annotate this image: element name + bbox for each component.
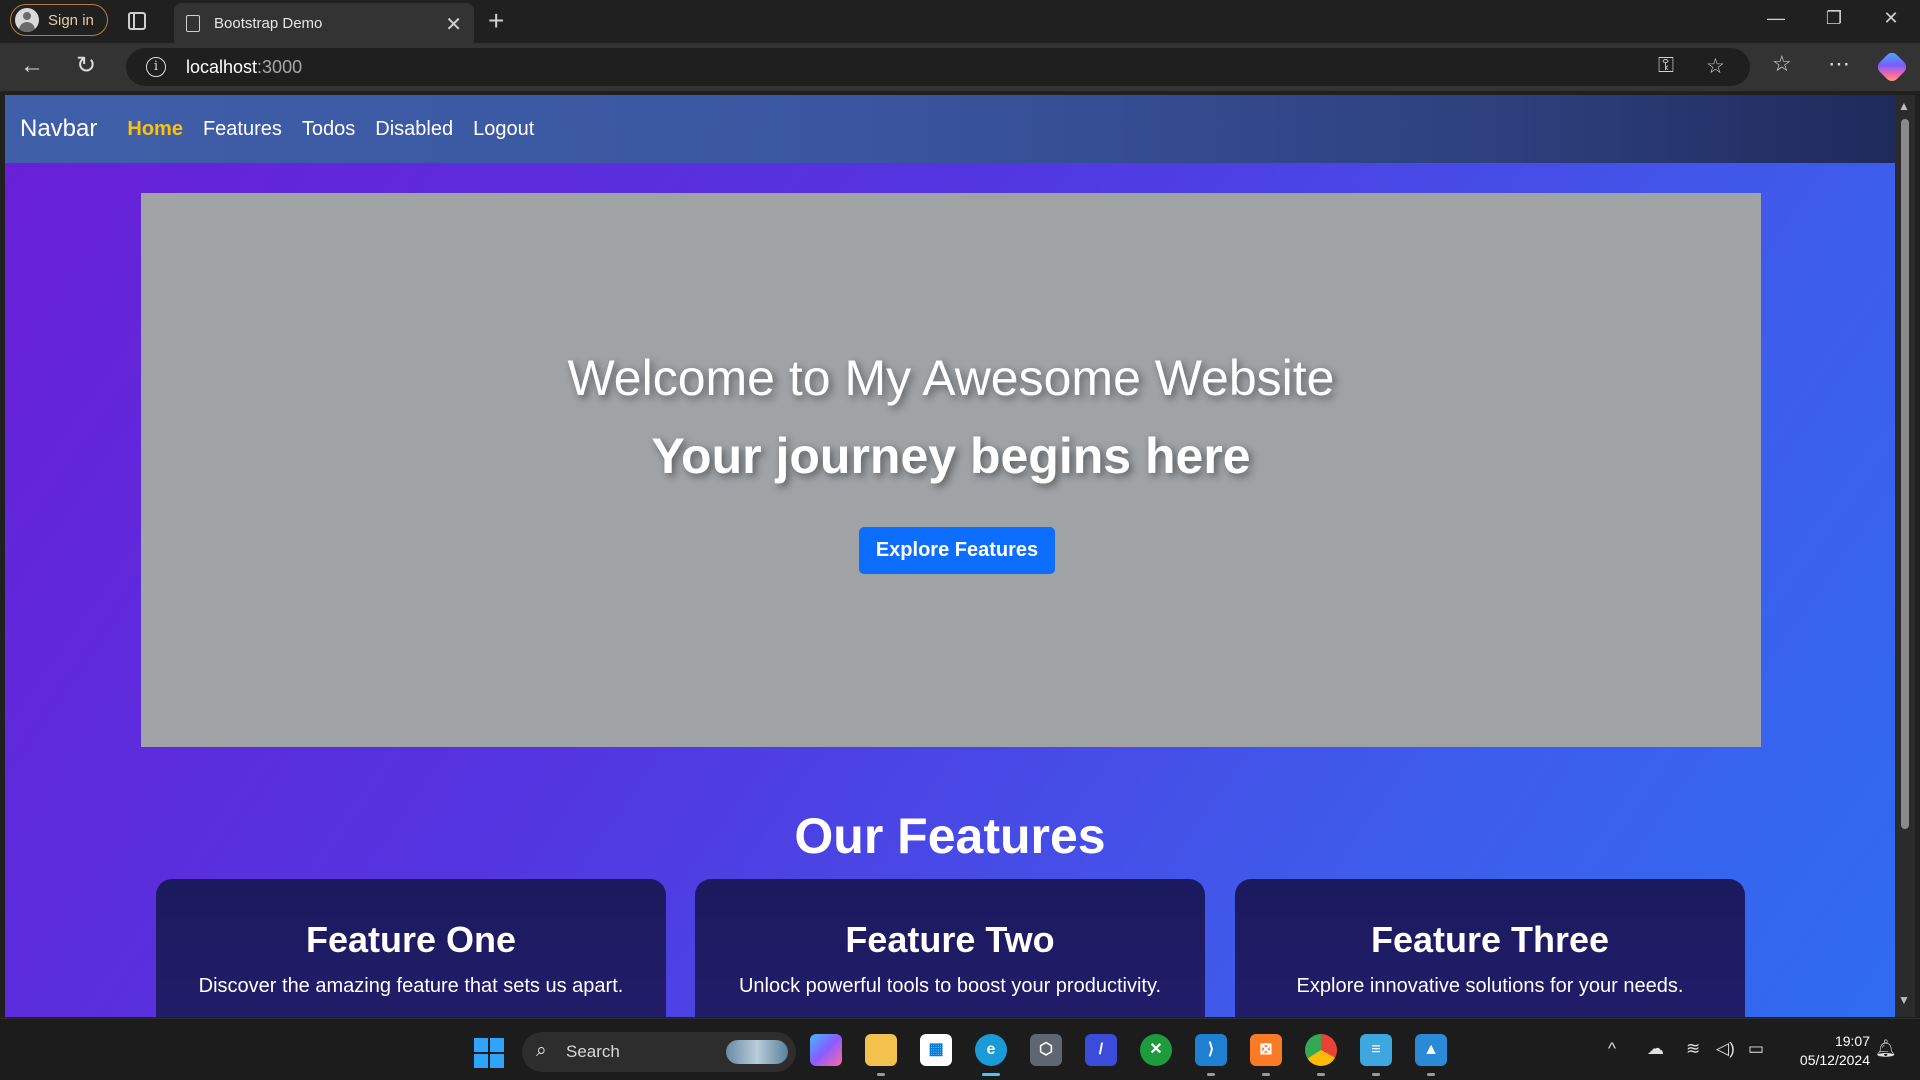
- feature-card-text: Explore innovative solutions for your ne…: [1296, 975, 1684, 997]
- back-icon[interactable]: ←: [20, 52, 44, 80]
- window-close-icon[interactable]: ✕: [1871, 8, 1911, 29]
- xampp-icon[interactable]: ⊠: [1250, 1034, 1282, 1066]
- running-indicator: [1262, 1073, 1270, 1076]
- notification-bell-icon[interactable]: 🔔︎: [1875, 1039, 1897, 1059]
- sign-in-label: Sign in: [48, 11, 94, 29]
- running-indicator: [1317, 1073, 1325, 1076]
- active-app-indicator: [982, 1073, 1000, 1076]
- clock-time: 19:07: [1834, 1033, 1870, 1049]
- battery-icon[interactable]: ▭: [1748, 1039, 1764, 1059]
- feature-card-title: Feature Two: [845, 919, 1055, 960]
- running-indicator: [877, 1073, 885, 1076]
- store-icon[interactable]: ▦: [920, 1034, 952, 1066]
- page-scrollbar[interactable]: ▲ ▼: [1895, 95, 1915, 1017]
- chrome-icon[interactable]: [1305, 1034, 1337, 1066]
- scroll-down-icon[interactable]: ▼: [1898, 993, 1910, 1007]
- wifi-icon[interactable]: ≋: [1686, 1039, 1700, 1059]
- restore-icon[interactable]: ❐: [1814, 8, 1854, 29]
- nav-link-todos[interactable]: Todos: [302, 118, 355, 141]
- xbox-icon[interactable]: ✕: [1140, 1034, 1172, 1066]
- sign-in-button[interactable]: Sign in: [10, 4, 108, 36]
- feature-card-title: Feature Three: [1370, 919, 1610, 960]
- new-tab-button[interactable]: +: [488, 5, 504, 37]
- features-heading: Our Features: [794, 808, 1106, 864]
- onedrive-icon[interactable]: ☁: [1647, 1039, 1664, 1059]
- file-explorer-icon[interactable]: [865, 1034, 897, 1066]
- pen-app-icon[interactable]: /: [1085, 1034, 1117, 1066]
- copilot-app-icon[interactable]: [810, 1034, 842, 1066]
- feature-card: Feature Two Unlock powerful tools to boo…: [695, 879, 1205, 1017]
- hero-title: Welcome to My Awesome Website: [567, 350, 1335, 406]
- running-indicator: [1207, 1073, 1215, 1076]
- clock-date: 05/12/2024: [1799, 1052, 1870, 1068]
- browser-tab-active[interactable]: Bootstrap Demo ✕: [174, 3, 474, 43]
- tab-title: Bootstrap Demo: [214, 14, 323, 32]
- tray-overflow-icon[interactable]: ^: [1608, 1039, 1616, 1059]
- nav-link-features[interactable]: Features: [203, 118, 282, 141]
- running-indicator: [1427, 1073, 1435, 1076]
- site-navbar: Navbar Home Features Todos Disabled Logo…: [5, 95, 1895, 163]
- minimize-icon[interactable]: —: [1756, 8, 1796, 29]
- copilot-icon[interactable]: [1875, 50, 1909, 84]
- scroll-up-icon[interactable]: ▲: [1898, 99, 1910, 113]
- page-viewport: Navbar Home Features Todos Disabled Logo…: [5, 95, 1895, 1017]
- tab-close-icon[interactable]: ✕: [445, 12, 462, 37]
- feature-card-title: Feature One: [305, 919, 517, 960]
- explore-features-button[interactable]: Explore Features: [859, 527, 1055, 574]
- favorite-star-icon[interactable]: ☆: [1706, 54, 1725, 79]
- feature-card: Feature Three Explore innovative solutio…: [1235, 879, 1745, 1017]
- photos-icon[interactable]: ▲: [1415, 1034, 1447, 1066]
- feature-card-text: Unlock powerful tools to boost your prod…: [738, 975, 1162, 997]
- url-text: localhost:3000: [186, 57, 302, 78]
- more-options-icon[interactable]: ⋯: [1828, 51, 1850, 77]
- nav-link-logout[interactable]: Logout: [473, 118, 534, 141]
- navbar-brand[interactable]: Navbar: [20, 115, 97, 143]
- taskbar-search-label: Search: [566, 1042, 620, 1061]
- page-icon: [186, 15, 200, 32]
- nav-link-home[interactable]: Home: [127, 118, 183, 141]
- search-icon: ⌕: [536, 1040, 547, 1061]
- url-port: :3000: [257, 57, 303, 77]
- url-host: localhost: [186, 57, 258, 77]
- running-indicator: [1372, 1073, 1380, 1076]
- volume-icon[interactable]: ◁): [1716, 1039, 1735, 1059]
- url-field[interactable]: i localhost:3000 ⚿ ☆: [126, 48, 1750, 86]
- vscode-icon[interactable]: ⟩: [1195, 1034, 1227, 1066]
- taskbar: ⌕ Search ▦ e ⬡ / ✕ ⟩ ⊠ ≡ ▲ ^ ☁ ≋ ◁) ▭ 19…: [0, 1018, 1920, 1080]
- nav-link-disabled[interactable]: Disabled: [375, 118, 453, 141]
- notepad-icon[interactable]: ≡: [1360, 1034, 1392, 1066]
- profile-avatar-icon: [15, 8, 39, 32]
- address-bar: ← ↻ i localhost:3000 ⚿ ☆ ☆ ⋯: [0, 43, 1920, 91]
- start-icon[interactable]: [474, 1038, 504, 1068]
- scrollbar-thumb[interactable]: [1901, 119, 1909, 829]
- hero-subtitle: Your journey begins here: [651, 428, 1251, 484]
- search-highlight-image: [726, 1040, 788, 1064]
- tab-actions-icon[interactable]: [128, 12, 146, 30]
- favorites-list-icon[interactable]: ☆: [1772, 51, 1792, 77]
- browser-titlebar: Sign in Bootstrap Demo ✕ + — ❐ ✕: [0, 0, 1920, 43]
- feature-card: Feature One Discover the amazing feature…: [156, 879, 666, 1017]
- edge-icon[interactable]: e: [975, 1034, 1007, 1066]
- site-info-icon[interactable]: i: [146, 57, 166, 77]
- taskbar-search[interactable]: ⌕ Search: [522, 1032, 796, 1072]
- key-icon[interactable]: ⚿: [1658, 54, 1674, 78]
- dev-tool-icon[interactable]: ⬡: [1030, 1034, 1062, 1066]
- feature-card-text: Discover the amazing feature that sets u…: [198, 975, 624, 997]
- reload-icon[interactable]: ↻: [76, 51, 96, 80]
- hero-section: Welcome to My Awesome Website Your journ…: [141, 193, 1761, 747]
- taskbar-clock[interactable]: 19:07 05/12/2024: [1780, 1032, 1870, 1070]
